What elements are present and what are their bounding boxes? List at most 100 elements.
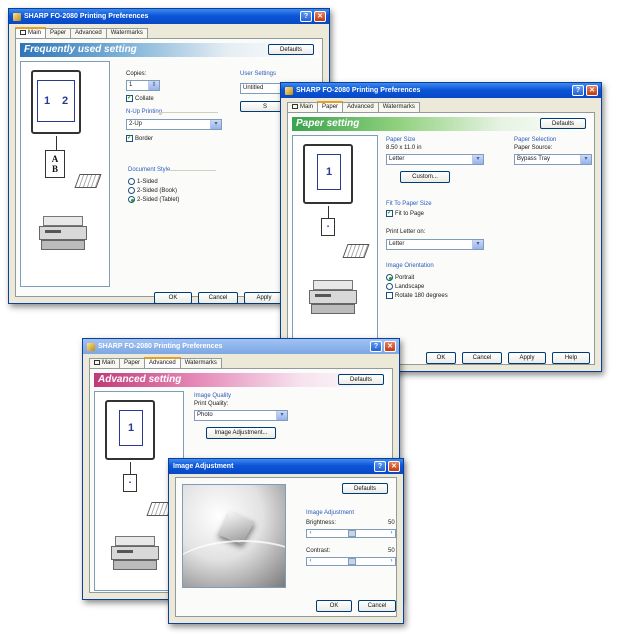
help-icon[interactable]: ? — [370, 341, 382, 352]
app-icon — [285, 86, 293, 95]
spinner-icon[interactable]: ⇕ — [148, 81, 159, 90]
tab-advanced[interactable]: Advanced — [70, 28, 107, 38]
paper-preview-frame: 1 — [303, 144, 353, 204]
ok-button[interactable]: OK — [316, 600, 352, 612]
paper-size-select[interactable]: Letter ▾ — [386, 154, 484, 165]
brightness-label: Brightness: — [306, 520, 337, 526]
paper-panel: Paper setting Defaults 1 ▪ Paper Size 8.… — [287, 112, 595, 365]
brightness-slider-thumb[interactable] — [348, 530, 356, 537]
brightness-value: 50 — [388, 520, 395, 526]
radio-1-sided[interactable]: 1-Sided — [128, 178, 158, 185]
chevron-right-icon[interactable]: › — [388, 530, 395, 537]
preview-pane: 1 ▪ — [292, 135, 378, 345]
image-adjustment-titlebar[interactable]: Image Adjustment ? ✕ — [169, 459, 403, 474]
image-adjustment-title: Image Adjustment — [173, 463, 234, 470]
contrast-slider[interactable]: ‹ › — [306, 557, 396, 566]
page-icon: ▪ — [123, 474, 137, 492]
contrast-value: 50 — [388, 548, 395, 554]
tab-advanced[interactable]: Advanced — [144, 357, 181, 368]
dropdown-arrow-icon[interactable]: ▾ — [472, 240, 483, 249]
preview-page-1: 1 — [43, 95, 51, 107]
border-checkbox[interactable]: ✓ Border — [126, 135, 153, 142]
main-tabs: Main Paper Advanced Watermarks — [15, 27, 148, 38]
ab-page-icon: A B — [45, 150, 65, 178]
cancel-button[interactable]: Cancel — [358, 600, 396, 612]
fit-to-page-checkbox[interactable]: ✓ Fit to Page — [386, 210, 424, 217]
app-icon — [13, 12, 21, 21]
cancel-button[interactable]: Cancel — [198, 292, 238, 304]
tab-advanced[interactable]: Advanced — [342, 102, 379, 112]
apply-button[interactable]: Apply — [508, 352, 546, 364]
dropdown-arrow-icon[interactable]: ▾ — [580, 155, 591, 164]
preview-page-2: 2 — [61, 95, 69, 107]
contrast-slider-thumb[interactable] — [348, 558, 356, 565]
image-adjustment-group-label: Image Adjustment — [306, 510, 355, 516]
paper-tabs: Main Paper Advanced Watermarks — [287, 101, 420, 112]
chevron-left-icon[interactable]: ‹ — [307, 530, 314, 537]
dropdown-arrow-icon[interactable]: ▾ — [472, 155, 483, 164]
paper-stack-icon — [342, 244, 370, 258]
help-icon[interactable]: ? — [374, 461, 386, 472]
tab-watermarks[interactable]: Watermarks — [377, 102, 420, 112]
image-adjustment-button[interactable]: Image Adjustment... — [206, 427, 276, 439]
tab-paper[interactable]: Paper — [317, 101, 344, 112]
cancel-button[interactable]: Cancel — [462, 352, 502, 364]
tab-paper[interactable]: Paper — [119, 358, 146, 368]
tab-paper[interactable]: Paper — [45, 28, 72, 38]
collate-checkbox[interactable]: ✓ Collate — [126, 95, 154, 102]
print-letter-on-label: Print Letter on: — [386, 229, 426, 235]
radio-portrait[interactable]: Portrait — [386, 274, 414, 281]
copies-spinner[interactable]: 1 ⇕ — [126, 80, 160, 91]
chevron-left-icon[interactable]: ‹ — [307, 558, 314, 565]
orientation-group-label: Image Orientation — [386, 263, 434, 269]
radio-2-sided-tablet[interactable]: 2-Sided (Tablet) — [128, 196, 179, 203]
radio-2-sided-book[interactable]: 2-Sided (Book) — [128, 187, 177, 194]
ok-button[interactable]: OK — [426, 352, 456, 364]
help-button[interactable]: Help — [552, 352, 590, 364]
image-adjustment-dialog: Image Adjustment ? ✕ Defaults Image Adju… — [168, 458, 404, 624]
paper-stack-icon — [74, 174, 102, 188]
nup-select[interactable]: 2-Up ▾ — [126, 119, 222, 130]
preview-page-1: 1 — [127, 422, 135, 434]
help-icon[interactable]: ? — [300, 11, 312, 22]
main-window-titlebar[interactable]: SHARP FO-2080 Printing Preferences ? ✕ — [9, 9, 329, 24]
advanced-window-titlebar[interactable]: SHARP FO-2080 Printing Preferences ? ✕ — [83, 339, 399, 354]
connector-line — [130, 462, 131, 474]
doc-style-divider — [166, 170, 216, 171]
print-quality-select[interactable]: Photo ▾ — [194, 410, 288, 421]
defaults-button[interactable]: Defaults — [540, 118, 586, 129]
tab-watermarks[interactable]: Watermarks — [179, 358, 222, 368]
tab-main[interactable]: Main — [89, 358, 121, 368]
chevron-right-icon[interactable]: › — [388, 558, 395, 565]
brightness-slider[interactable]: ‹ › — [306, 529, 396, 538]
close-icon[interactable]: ✕ — [388, 461, 400, 472]
tab-watermarks[interactable]: Watermarks — [105, 28, 148, 38]
paper-preferences-window: SHARP FO-2080 Printing Preferences ? ✕ M… — [280, 82, 602, 372]
ok-button[interactable]: OK — [154, 292, 192, 304]
page-icon: ▪ — [321, 218, 335, 236]
dropdown-arrow-icon[interactable]: ▾ — [210, 120, 221, 129]
nup-preview-sheet: 1 2 — [37, 80, 75, 122]
close-icon[interactable]: ✕ — [384, 341, 396, 352]
tab-main[interactable]: Main — [15, 27, 47, 38]
paper-selection-group-label: Paper Selection — [514, 137, 557, 143]
close-icon[interactable]: ✕ — [586, 85, 598, 96]
apply-button[interactable]: Apply — [244, 292, 284, 304]
close-icon[interactable]: ✕ — [314, 11, 326, 22]
rotate-180-checkbox[interactable]: Rotate 180 degrees — [386, 292, 448, 299]
tab-main[interactable]: Main — [287, 102, 319, 112]
radio-landscape[interactable]: Landscape — [386, 283, 424, 290]
defaults-button[interactable]: Defaults — [268, 44, 314, 55]
print-quality-label: Print Quality: — [194, 401, 229, 407]
defaults-button[interactable]: Defaults — [338, 374, 384, 385]
nup-group-divider — [156, 112, 218, 113]
help-icon[interactable]: ? — [572, 85, 584, 96]
dropdown-arrow-icon[interactable]: ▾ — [276, 411, 287, 420]
image-preview — [182, 484, 286, 588]
preview-arc — [183, 540, 285, 587]
paper-window-titlebar[interactable]: SHARP FO-2080 Printing Preferences ? ✕ — [281, 83, 601, 98]
print-letter-on-select[interactable]: Letter ▾ — [386, 239, 484, 250]
defaults-button[interactable]: Defaults — [342, 483, 388, 494]
paper-source-select[interactable]: Bypass Tray ▾ — [514, 154, 592, 165]
custom-button[interactable]: Custom... — [400, 171, 450, 183]
